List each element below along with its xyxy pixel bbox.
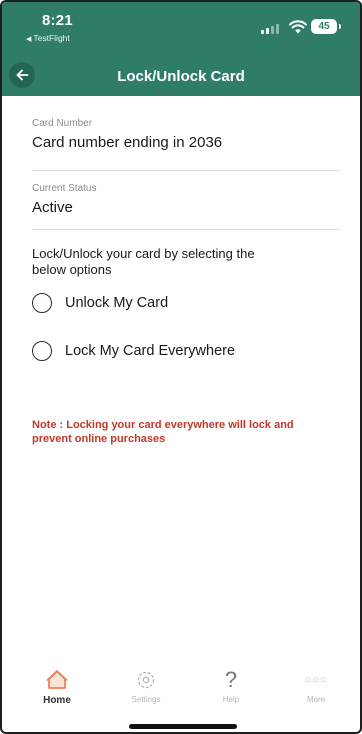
back-triangle-icon: ◀	[26, 36, 32, 43]
status-bar: 8:21 ◀ TestFlight 45	[2, 2, 360, 60]
tab-settings[interactable]: Settings	[116, 667, 176, 704]
current-status-label: Current Status	[32, 183, 97, 194]
bottom-tab-bar: Home Settings ? Help ○○○ More	[2, 667, 360, 717]
radio-button[interactable]	[32, 293, 52, 313]
unlock-card-label: Unlock My Card	[65, 295, 169, 311]
lock-card-everywhere-option[interactable]: Lock My Card Everywhere	[32, 338, 235, 364]
tab-settings-label: Settings	[131, 695, 161, 704]
wifi-icon	[289, 20, 307, 34]
tab-more-label: More	[306, 695, 326, 704]
help-icon: ?	[224, 667, 238, 692]
cellular-signal-icon	[261, 24, 281, 34]
battery-icon: 45	[311, 19, 341, 34]
lock-warning-note: Note : Locking your card everywhere will…	[32, 419, 294, 445]
battery-level: 45	[318, 21, 330, 32]
home-icon	[46, 670, 68, 689]
app-header: Lock/Unlock Card	[2, 60, 360, 96]
current-status-field: Current Status Active	[32, 183, 342, 216]
tab-home[interactable]: Home	[27, 667, 87, 706]
tab-home-label: Home	[43, 695, 71, 706]
lock-card-everywhere-label: Lock My Card Everywhere	[65, 343, 236, 359]
current-status-value: Active	[32, 199, 73, 216]
back-app-label: TestFlight	[33, 33, 70, 43]
home-indicator	[129, 724, 237, 729]
page-title: Lock/Unlock Card	[117, 68, 245, 85]
back-to-app-link[interactable]: ◀ TestFlight	[26, 33, 70, 43]
phone-frame: 8:21 ◀ TestFlight 45 Lock/Unlock Card Car…	[0, 0, 362, 734]
instructions-text: Lock/Unlock your card by selecting the b…	[32, 246, 255, 277]
more-icon: ○○○	[304, 674, 328, 686]
tab-help-label: Help	[222, 695, 240, 704]
divider	[32, 170, 340, 171]
gear-icon	[137, 671, 155, 689]
radio-button[interactable]	[32, 341, 52, 361]
tab-more[interactable]: ○○○ More	[286, 667, 346, 704]
status-time: 8:21	[42, 12, 73, 29]
card-number-field: Card Number Card number ending in 2036	[32, 118, 342, 151]
divider	[32, 229, 340, 230]
tab-help[interactable]: ? Help	[201, 667, 261, 704]
unlock-card-option[interactable]: Unlock My Card	[32, 290, 168, 316]
card-number-label: Card Number	[32, 118, 93, 129]
card-number-value: Card number ending in 2036	[32, 134, 223, 151]
